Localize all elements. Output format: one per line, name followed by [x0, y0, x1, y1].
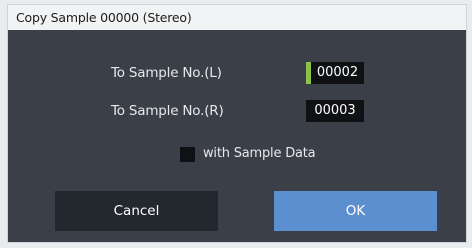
to-sample-left-field[interactable]: 00002: [306, 62, 364, 84]
copy-sample-dialog: Copy Sample 00000 (Stereo) To Sample No.…: [7, 4, 467, 243]
to-sample-right-label: To Sample No.(R): [111, 103, 224, 119]
with-sample-data-checkbox[interactable]: [180, 147, 195, 162]
with-sample-data-label: with Sample Data: [203, 146, 316, 161]
cancel-button[interactable]: Cancel: [55, 191, 218, 231]
ok-button[interactable]: OK: [274, 191, 437, 231]
dialog-title: Copy Sample 00000 (Stereo): [8, 5, 466, 30]
to-sample-left-label: To Sample No.(L): [111, 65, 222, 81]
to-sample-right-field[interactable]: 00003: [306, 100, 364, 122]
